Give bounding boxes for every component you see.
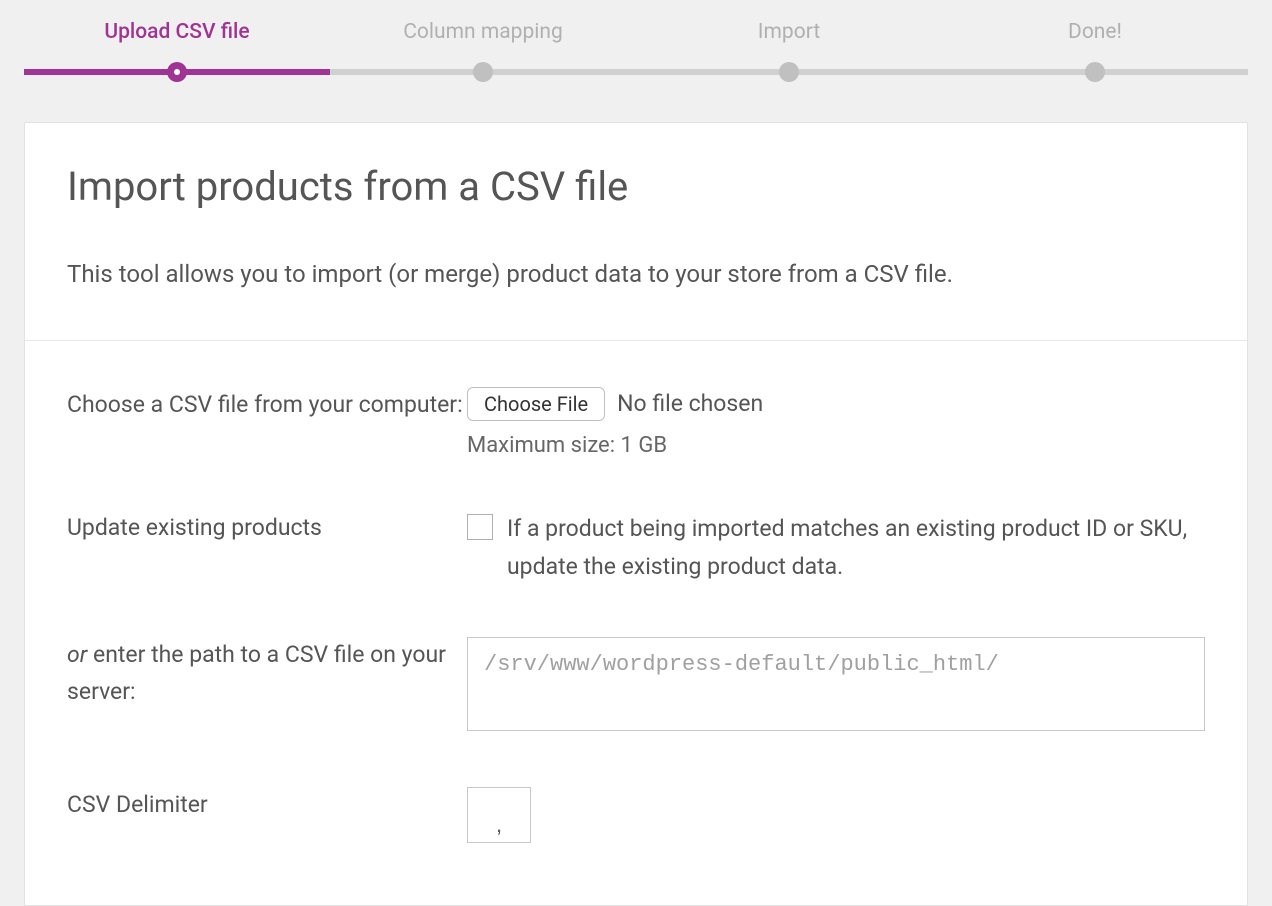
update-existing-checkbox[interactable] — [467, 514, 493, 540]
path-label-rest: enter the path to a CSV file on your ser… — [67, 641, 446, 705]
path-row: or enter the path to a CSV file on your … — [67, 637, 1205, 735]
max-size-text: Maximum size: 1 GB — [467, 433, 1205, 458]
file-label: Choose a CSV file from your computer: — [67, 387, 467, 458]
progress-stepper: Upload CSV file Column mapping Import Do… — [0, 0, 1272, 82]
update-description: If a product being imported matches an e… — [507, 510, 1205, 586]
update-field: If a product being imported matches an e… — [467, 510, 1205, 586]
step-done[interactable]: Done! — [942, 20, 1248, 44]
no-file-chosen-text: No file chosen — [617, 390, 763, 417]
panel-header: Import products from a CSV file This too… — [25, 123, 1247, 341]
progress-dot-1 — [167, 62, 187, 82]
path-field — [467, 637, 1205, 735]
progress-bar — [24, 62, 1248, 82]
page-subtitle: This tool allows you to import (or merge… — [67, 258, 1205, 292]
delimiter-label: CSV Delimiter — [67, 787, 467, 843]
page-title: Import products from a CSV file — [67, 163, 1205, 210]
import-panel: Import products from a CSV file This too… — [24, 122, 1248, 906]
update-row: Update existing products If a product be… — [67, 510, 1205, 586]
file-field: Choose File No file chosen Maximum size:… — [467, 387, 1205, 458]
update-label: Update existing products — [67, 510, 467, 586]
step-import[interactable]: Import — [636, 20, 942, 44]
delimiter-row: CSV Delimiter — [67, 787, 1205, 843]
step-upload[interactable]: Upload CSV file — [24, 20, 330, 44]
file-row: Choose a CSV file from your computer: Ch… — [67, 387, 1205, 458]
progress-dot-3 — [779, 62, 799, 82]
path-label-prefix: or — [67, 641, 87, 668]
panel-body: Choose a CSV file from your computer: Ch… — [25, 341, 1247, 906]
path-label: or enter the path to a CSV file on your … — [67, 637, 467, 735]
progress-dot-2 — [473, 62, 493, 82]
server-path-input[interactable] — [467, 637, 1205, 731]
delimiter-input[interactable] — [467, 787, 531, 843]
progress-dot-4 — [1085, 62, 1105, 82]
step-column-mapping[interactable]: Column mapping — [330, 20, 636, 44]
choose-file-button[interactable]: Choose File — [467, 387, 605, 421]
delimiter-field — [467, 787, 1205, 843]
